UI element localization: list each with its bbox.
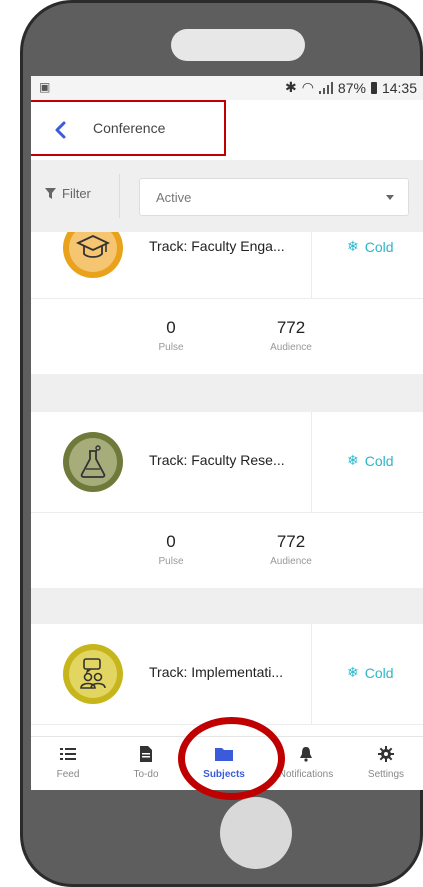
tab-label: To-do: [133, 769, 159, 780]
wifi-icon: ◠: [301, 79, 314, 95]
track-list[interactable]: Track: Faculty Enga... ❄ Cold 0 Pulse 77…: [31, 232, 423, 736]
track-card-header: Track: Faculty Rese... ❄ Cold: [31, 412, 423, 513]
snowflake-icon: ❄: [347, 452, 359, 468]
phone-speaker: [171, 29, 305, 61]
divider: [311, 412, 312, 512]
pulse-value: 0: [166, 532, 176, 551]
tab-label: Feed: [56, 769, 80, 780]
status-select[interactable]: Active: [139, 178, 409, 216]
graduation-cap-icon: [76, 235, 110, 258]
track-stats: 0 Pulse 772 Audience: [31, 512, 423, 588]
temperature-badge: ❄ Cold: [347, 238, 394, 255]
filter-bar: Filter Active: [31, 160, 423, 232]
tab-todo[interactable]: To-do: [107, 745, 185, 780]
annotation-circle: [178, 717, 285, 800]
audience-stat: 772 Audience: [241, 298, 341, 353]
track-name: Track: Faculty Rese...: [149, 452, 285, 468]
temperature-label: Cold: [364, 238, 394, 255]
signal-icon: [318, 81, 333, 94]
track-card-header: Track: Implementati... ❄ Cold: [31, 624, 423, 725]
gear-icon: [347, 745, 423, 763]
snowflake-icon: ❄: [347, 238, 359, 254]
track-avatar: [63, 644, 123, 704]
app-header: Conference: [31, 100, 423, 161]
pulse-label: Pulse: [158, 342, 184, 353]
filter-label: Filter: [62, 186, 91, 201]
pulse-stat: 0 Pulse: [121, 512, 221, 567]
snowflake-icon: ❄: [347, 664, 359, 680]
tab-settings[interactable]: Settings: [347, 745, 423, 780]
divider: [311, 232, 312, 298]
people-chat-icon: [80, 658, 106, 689]
list-icon: [31, 745, 107, 763]
app-screen: ▣ ✱ ◠ 87% 14:35 Conference Filter Active: [31, 76, 423, 790]
track-card[interactable]: Track: Faculty Rese... ❄ Cold 0 Pulse 77…: [31, 412, 423, 588]
pulse-value: 0: [166, 318, 176, 337]
pulse-label: Pulse: [158, 556, 184, 567]
pulse-stat: 0 Pulse: [121, 298, 221, 353]
notification-icon: ▣: [39, 80, 51, 94]
temperature-label: Cold: [364, 664, 394, 681]
audience-value: 772: [276, 318, 306, 337]
bluetooth-icon: ✱: [284, 79, 297, 95]
audience-label: Audience: [270, 556, 312, 567]
document-icon: [107, 745, 185, 763]
track-name: Track: Implementati...: [149, 664, 284, 680]
clock: 14:35: [381, 79, 417, 96]
audience-value: 772: [276, 532, 306, 551]
track-avatar: [63, 432, 123, 492]
home-button[interactable]: [220, 797, 292, 869]
divider: [119, 174, 120, 218]
track-card[interactable]: Track: Faculty Enga... ❄ Cold 0 Pulse 77…: [31, 232, 423, 374]
temperature-label: Cold: [364, 452, 394, 469]
tab-label: Settings: [367, 769, 405, 780]
battery-icon: [370, 81, 377, 94]
audience-label: Audience: [270, 342, 312, 353]
track-avatar: [63, 232, 123, 278]
audience-stat: 772 Audience: [241, 512, 341, 567]
filter-icon: [45, 188, 56, 199]
divider: [311, 624, 312, 724]
annotation-rectangle: [31, 100, 226, 156]
temperature-badge: ❄ Cold: [347, 452, 394, 469]
phone-frame: ▣ ✱ ◠ 87% 14:35 Conference Filter Active: [0, 0, 423, 887]
filter-button[interactable]: Filter: [45, 186, 91, 201]
tab-feed[interactable]: Feed: [31, 745, 107, 780]
track-card-header: Track: Faculty Enga... ❄ Cold: [31, 232, 423, 299]
chevron-down-icon: [386, 195, 394, 200]
battery-percentage: 87%: [337, 79, 366, 96]
temperature-badge: ❄ Cold: [347, 664, 394, 681]
status-bar: ▣ ✱ ◠ 87% 14:35: [31, 76, 423, 100]
track-stats: 0 Pulse 772 Audience: [31, 298, 423, 374]
status-select-value: Active: [156, 190, 192, 205]
flask-icon: [80, 445, 106, 478]
track-name: Track: Faculty Enga...: [149, 238, 285, 254]
